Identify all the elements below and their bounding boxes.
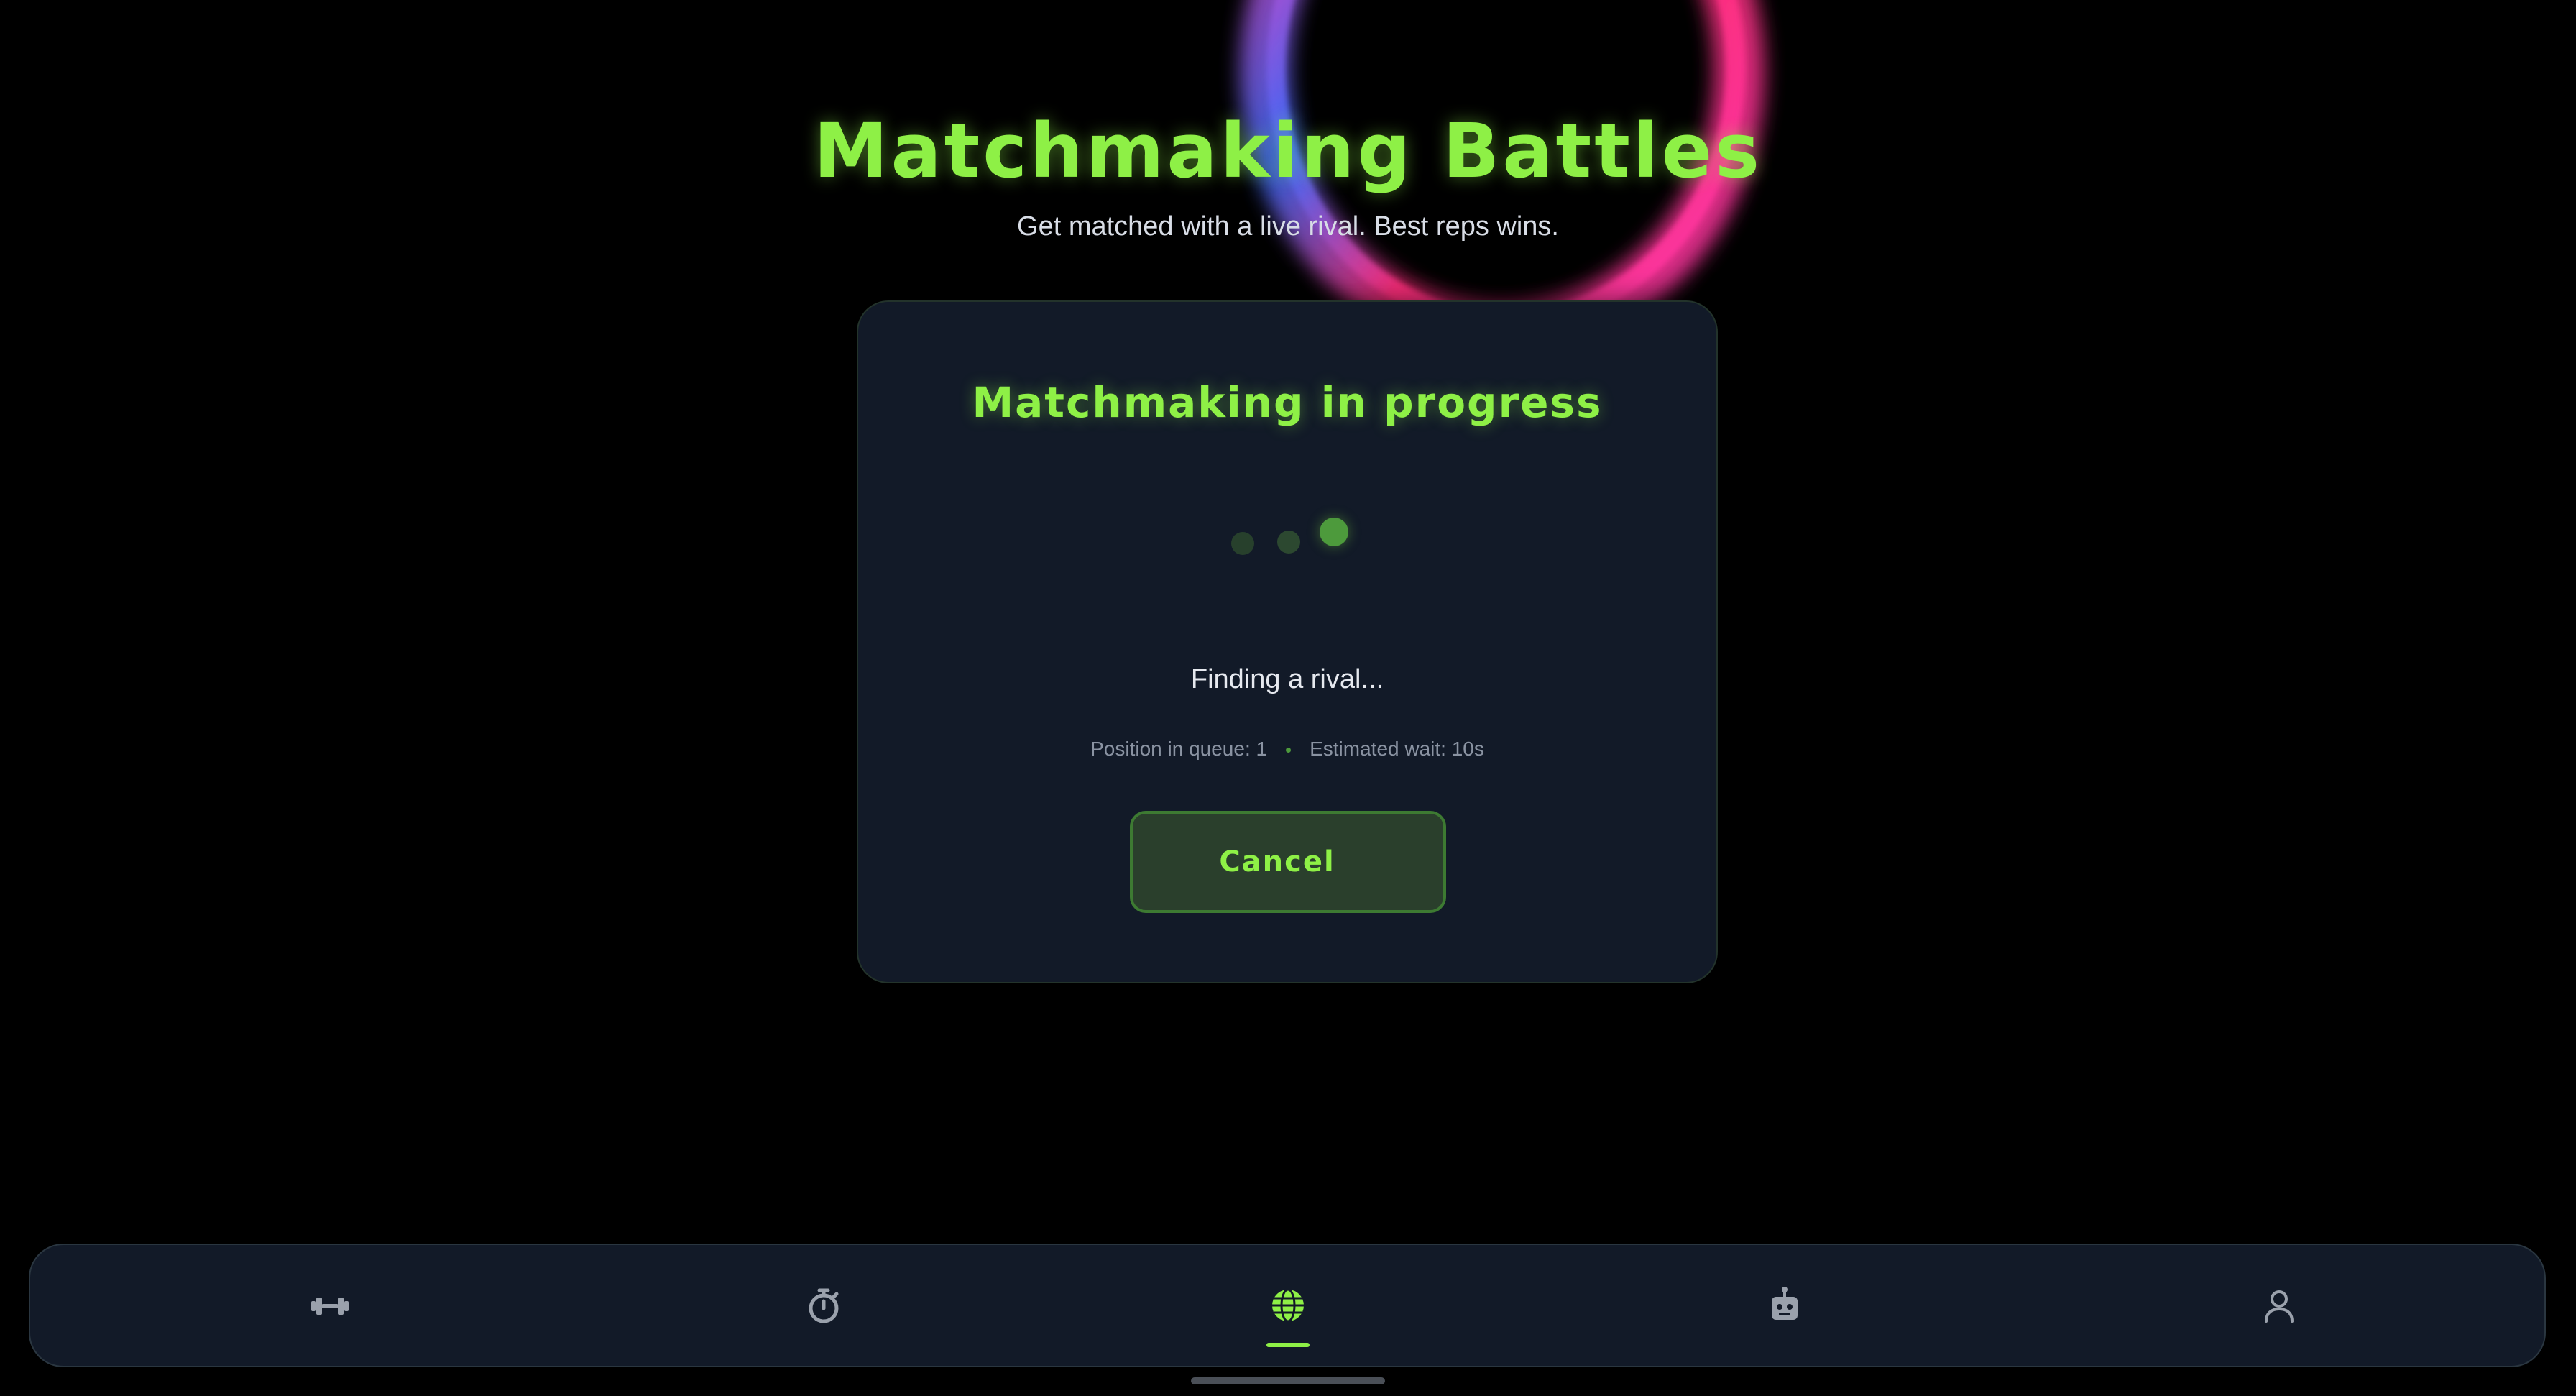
stopwatch-icon [809,1288,839,1323]
queue-info: Position in queue: 1 Estimated wait: 10s [858,736,1716,762]
robot-icon [1772,1287,1798,1320]
loading-dot [1277,531,1300,554]
dumbbell-icon [311,1298,349,1315]
tab-timer[interactable] [752,1245,896,1366]
tab-battles[interactable] [1216,1245,1360,1366]
screen: Matchmaking Battles Get matched with a l… [0,0,2576,1396]
estimated-wait: Estimated wait: 10s [1310,738,1484,760]
tab-profile[interactable] [2207,1245,2351,1366]
status-text: Finding a rival... [1190,664,1384,694]
loading-dot [1231,532,1254,555]
user-icon [2265,1290,2294,1323]
separator-dot [1286,748,1292,753]
matchmaking-card: Matchmaking in progress Finding a rival.… [857,300,1718,983]
bottom-tab-bar [29,1244,2546,1367]
globe-icon [1272,1288,1304,1323]
loading-dot-active [1320,518,1348,546]
page-title: Matchmaking Battles [813,107,1763,195]
queue-position: Position in queue: 1 [1090,738,1268,760]
page-subtitle: Get matched with a live rival. Best reps… [1017,211,1559,242]
tab-ai-coach[interactable] [1713,1245,1857,1366]
page-header: Matchmaking Battles Get matched with a l… [0,101,2576,244]
tab-workouts[interactable] [258,1245,402,1366]
card-title: Matchmaking in progress [972,378,1603,427]
home-indicator [1191,1377,1385,1384]
cancel-button[interactable]: Cancel [1130,811,1446,913]
active-tab-indicator [1266,1343,1310,1347]
